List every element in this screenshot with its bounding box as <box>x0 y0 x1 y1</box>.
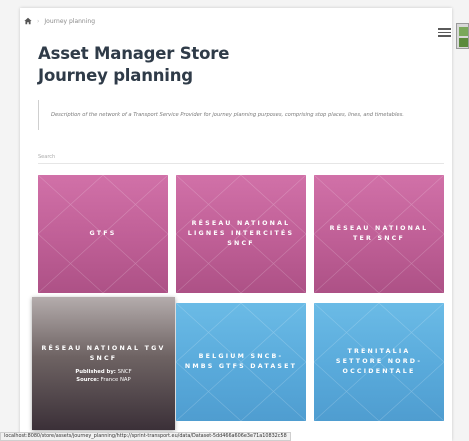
asset-tile-label: RÉSEAU NATIONAL TGV SNCF <box>41 344 166 362</box>
page-title-line2: Journey planning <box>38 66 193 85</box>
published-by-line: Published by: SNCF <box>40 368 167 376</box>
asset-tile-label: RÉSEAU NATIONAL LIGNES INTERCITÉS SNCF <box>187 220 295 247</box>
breadcrumb-separator: › <box>37 17 40 25</box>
description-text: Description of the network of a Transpor… <box>51 112 404 118</box>
page-title-line1: Asset Manager Store <box>38 44 230 63</box>
breadcrumb-current[interactable]: Journey planning <box>44 18 95 25</box>
asset-tile-label: GTFS <box>89 230 117 237</box>
widget-icon <box>459 27 468 36</box>
side-panel-toggle[interactable] <box>456 23 469 49</box>
asset-tile-trenitalia[interactable]: TRENITALIA SETTORE NORD-OCCIDENTALE <box>314 303 444 421</box>
asset-tile-tgv[interactable]: RÉSEAU NATIONAL TGV SNCF Published by: S… <box>32 297 175 430</box>
source-label: Source: <box>76 376 99 383</box>
source-value: France NAP <box>100 376 131 383</box>
breadcrumb: › Journey planning <box>24 17 95 25</box>
asset-tile-label: BELGIUM SNCB-NMBS GTFS DATASET <box>184 353 298 370</box>
browser-status-bar: localhost:8080/store/assets/journey_plan… <box>0 432 291 441</box>
published-by-value: SNCF <box>117 368 132 375</box>
widget-icon <box>459 38 468 47</box>
asset-tile-sncb[interactable]: BELGIUM SNCB-NMBS GTFS DATASET <box>176 303 306 421</box>
home-icon[interactable] <box>24 17 32 25</box>
asset-tile-gtfs[interactable]: GTFS <box>38 175 168 293</box>
source-line: Source: France NAP <box>40 376 167 384</box>
page-description: Description of the network of a Transpor… <box>38 100 404 130</box>
asset-tile-intercites[interactable]: RÉSEAU NATIONAL LIGNES INTERCITÉS SNCF <box>176 175 306 293</box>
published-by-label: Published by: <box>75 368 116 375</box>
asset-tile-content: RÉSEAU NATIONAL TGV SNCF Published by: S… <box>32 344 175 384</box>
asset-tile-label: RÉSEAU NATIONAL TER SNCF <box>329 225 429 242</box>
hamburger-menu-icon[interactable] <box>438 28 451 37</box>
search-input[interactable] <box>38 146 444 164</box>
asset-tile-ter[interactable]: RÉSEAU NATIONAL TER SNCF <box>314 175 444 293</box>
asset-tile-label: TRENITALIA SETTORE NORD-OCCIDENTALE <box>335 348 423 375</box>
browser-viewport: › Journey planning Asset Manager Store J… <box>0 0 469 441</box>
page-title: Asset Manager Store Journey planning <box>38 43 229 87</box>
status-url: localhost:8080/store/assets/journey_plan… <box>4 433 287 439</box>
